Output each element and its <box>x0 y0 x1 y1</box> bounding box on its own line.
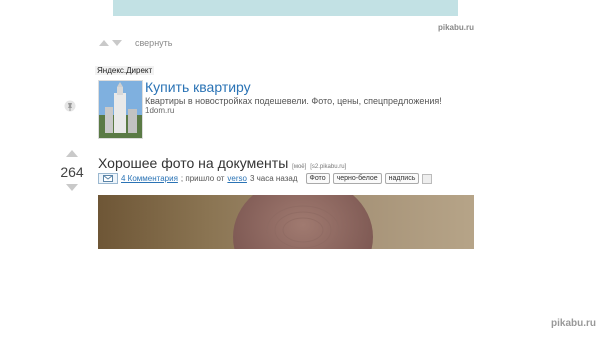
post-vote-up-icon[interactable] <box>66 150 78 157</box>
watermark-bottom: pikabu.ru <box>551 318 597 329</box>
posted-from-text: ; пришло от <box>180 174 225 183</box>
post-photo[interactable] <box>98 195 474 249</box>
post-time: 3 часа назад <box>249 174 298 183</box>
post-title-link[interactable]: Хорошее фото на документы <box>98 155 288 171</box>
post-rating: 264 <box>60 164 84 180</box>
share-mail-icon[interactable] <box>98 173 118 184</box>
collapse-link[interactable]: свернуть <box>135 38 172 48</box>
tag-button[interactable]: Фото <box>305 173 330 184</box>
vote-down-icon[interactable] <box>112 40 122 46</box>
post-meta: 4 Комментария ; пришло от verso 3 часа н… <box>98 173 433 184</box>
save-icon[interactable] <box>422 173 433 184</box>
vote-up-icon[interactable] <box>99 40 109 46</box>
post-mine-tag[interactable]: [моё] <box>292 164 306 170</box>
pin-icon[interactable] <box>64 99 76 112</box>
ad-description: Квартиры в новостройках подешевели. Фото… <box>145 96 442 106</box>
tag-button[interactable]: надпись <box>384 173 420 184</box>
author-link[interactable]: verso <box>227 174 247 183</box>
tag-button[interactable]: черно-белое <box>332 173 382 184</box>
post-source: [s2.pikabu.ru] <box>310 164 347 170</box>
ad-title-link[interactable]: Купить квартиру <box>145 79 251 95</box>
ad-domain[interactable]: 1dom.ru <box>145 106 174 115</box>
watermark-top: pikabu.ru <box>438 23 475 32</box>
post-title-row: Хорошее фото на документы [моё] [s2.pika… <box>98 155 346 171</box>
post-vote-down-icon[interactable] <box>66 184 78 191</box>
ad-provider-label: Яндекс.Директ <box>95 66 155 75</box>
comments-link[interactable]: 4 Комментария <box>121 174 178 183</box>
previous-post-image <box>113 0 458 16</box>
ad-thumbnail[interactable] <box>98 80 143 139</box>
